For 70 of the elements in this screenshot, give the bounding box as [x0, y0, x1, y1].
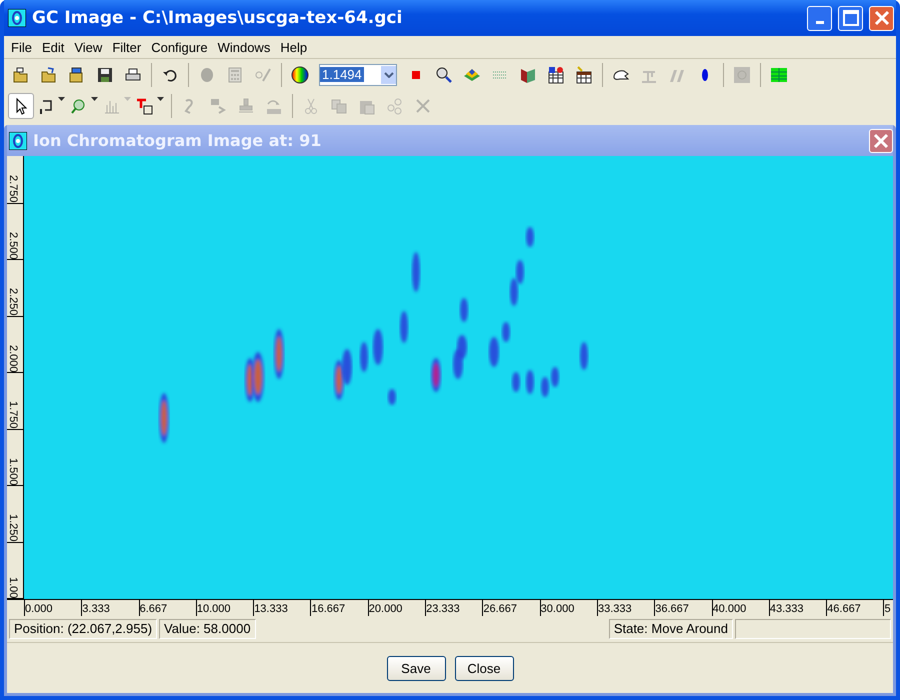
maximize-icon: [842, 10, 858, 26]
table-icon: [575, 66, 593, 84]
delete-icon: [414, 96, 432, 114]
ruler-label: 3.333: [82, 603, 110, 615]
zoom-combo[interactable]: 1.1494: [319, 64, 397, 86]
ruler-label: 20.000: [368, 603, 402, 615]
copy-icon: [330, 96, 348, 114]
dialog-button[interactable]: Save: [386, 656, 446, 680]
ruler-label: 5: [884, 603, 891, 615]
text-tool-icon: [136, 96, 154, 114]
link-icon: [386, 96, 404, 114]
menu-item[interactable]: Configure: [146, 40, 213, 54]
calculator-icon: [226, 66, 244, 84]
ruler-label: 36.667: [655, 603, 689, 615]
stamp-icon: [237, 96, 255, 114]
ruler-label: 1.00: [7, 576, 19, 598]
ruler-label: 1.750: [7, 401, 19, 429]
blob-icon: [198, 66, 216, 84]
ruler-label: 40.000: [712, 603, 746, 615]
image-window-title: Ion Chromatogram Image at: 91: [33, 131, 322, 150]
close-icon: [873, 132, 889, 148]
ruler-label: 33.333: [598, 603, 632, 615]
maximize-button[interactable]: [838, 6, 863, 30]
toolbar-button[interactable]: [8, 92, 34, 118]
square-icon: [733, 66, 751, 84]
app-icon: [8, 9, 26, 27]
chart-table-icon: [547, 66, 565, 84]
ruler-label: 1.500: [7, 458, 19, 486]
menu-item[interactable]: Windows: [212, 40, 276, 54]
print-icon: [124, 66, 142, 84]
ruler-label: 2.000: [7, 344, 19, 372]
app-icon: [9, 132, 27, 150]
menu-item[interactable]: View: [69, 40, 108, 54]
ruler-label: 46.667: [827, 603, 861, 615]
dialog-button[interactable]: Close: [454, 656, 514, 680]
minimize-icon: [816, 21, 824, 24]
open-folder-icon: [12, 66, 30, 84]
ruler-label: 2.500: [7, 232, 19, 260]
state-field: State: Move Around: [608, 619, 733, 639]
ruler-label: 13.333: [254, 603, 288, 615]
ruler-label: 16.667: [311, 603, 346, 615]
menu-item[interactable]: Edit: [36, 40, 70, 54]
move-icon: [209, 96, 227, 114]
ruler-label: 30.000: [540, 603, 574, 615]
close-button[interactable]: [869, 6, 894, 30]
cut-icon: [302, 96, 320, 114]
menu-item[interactable]: File: [6, 40, 37, 54]
window-title: GC Image - C:\Images\uscga-tex-64.gci: [32, 8, 404, 28]
folder-arrow-icon: [40, 66, 58, 84]
grid-icon: [770, 66, 788, 84]
ruler-label: 43.333: [770, 603, 804, 615]
pencil-icon: [254, 66, 272, 84]
save-icon: [96, 66, 114, 84]
ruler-label: 0.000: [25, 603, 53, 615]
close-button[interactable]: [869, 128, 893, 152]
ruler-label: 6.667: [140, 603, 168, 615]
value-field: Value: 58.0000: [159, 619, 256, 639]
ruler-label: 26.667: [483, 603, 518, 615]
menu-item[interactable]: Filter: [107, 40, 146, 54]
minimize-button[interactable]: [807, 6, 832, 30]
ruler-label: 2.750: [7, 175, 19, 203]
color-wheel-icon: [291, 66, 309, 84]
ruler-label: 10.000: [196, 603, 231, 615]
ruler-label: 1.250: [7, 514, 19, 542]
position-field: Position: (22.067,2.955): [9, 619, 158, 639]
ruler-label: 23.333: [426, 603, 460, 615]
close-icon: [874, 10, 890, 26]
menu-item[interactable]: Help: [275, 40, 312, 54]
magnifier-icon: [435, 66, 453, 84]
ruler-label: 2.250: [7, 288, 19, 316]
